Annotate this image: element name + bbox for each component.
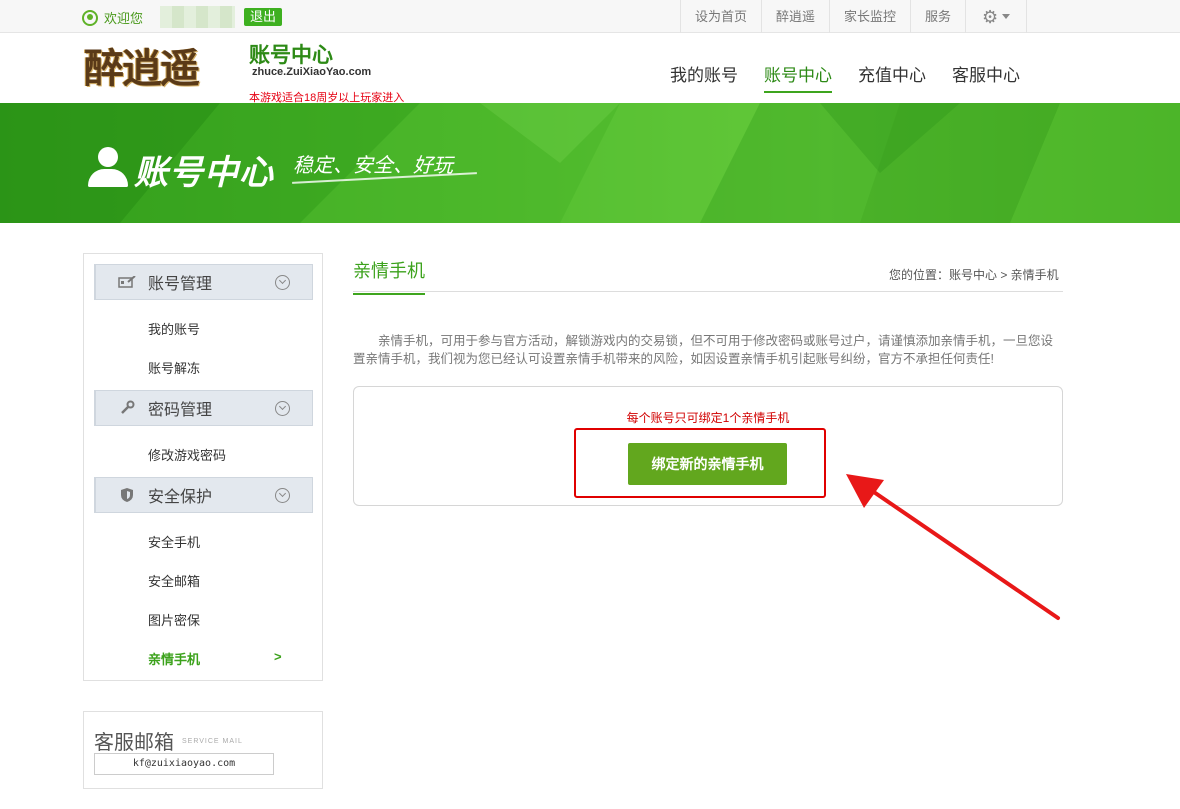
service-email[interactable]: kf@zuixiaoyao.com <box>94 753 274 775</box>
nav-my-account[interactable]: 我的账号 <box>670 61 738 93</box>
site-domain: zhuce.ZuiXiaoYao.com <box>252 66 372 78</box>
page-banner: 账号中心 稳定、安全、好玩 <box>0 103 1180 223</box>
welcome-area: 欢迎您 <box>82 8 143 27</box>
welcome-text: 欢迎您 <box>104 11 144 26</box>
wrench-icon <box>118 400 136 415</box>
section-account-management[interactable]: 账号管理 <box>94 264 313 300</box>
caret-down-icon <box>1002 14 1011 19</box>
sidebar-item-security-email[interactable]: 安全邮箱 <box>148 571 200 590</box>
sidebar-item-family-phone[interactable]: 亲情手机 <box>148 649 200 668</box>
section-security-protection[interactable]: 安全保护 <box>94 477 313 513</box>
active-marker: > <box>274 649 282 664</box>
nav-account-center[interactable]: 账号中心 <box>764 61 832 93</box>
site-title: 账号中心 <box>249 44 333 67</box>
nav-recharge-center[interactable]: 充值中心 <box>858 61 926 93</box>
bind-limit-hint: 每个账号只可绑定1个亲情手机 <box>626 411 790 425</box>
section-label: 密码管理 <box>148 402 213 419</box>
service-mail-title: 客服邮箱 <box>94 732 174 754</box>
banner-title: 账号中心 <box>134 154 274 192</box>
service-mail-box: 客服邮箱 SERVICE MAIL kf@zuixiaoyao.com <box>83 711 323 789</box>
section-label: 账号管理 <box>148 276 213 293</box>
sidebar-item-account-unfreeze[interactable]: 账号解冻 <box>148 358 200 377</box>
user-silhouette-icon <box>88 147 128 189</box>
family-phone-notice: 亲情手机，可用于参与官方活动，解锁游戏内的交易锁，但不可用于修改密码或账号过户，… <box>353 334 1054 366</box>
section-label: 安全保护 <box>148 489 213 506</box>
title-divider <box>353 291 1063 292</box>
annotation-arrow-icon <box>846 474 1060 620</box>
section-password-management[interactable]: 密码管理 <box>94 390 313 426</box>
shield-icon <box>118 488 136 502</box>
service-link[interactable]: 服务 <box>910 0 965 33</box>
annotation-highlight-box <box>574 428 826 498</box>
gear-icon: ⚙ <box>981 6 999 27</box>
parental-control-link[interactable]: 家长监控 <box>829 0 910 33</box>
chevron-down-icon[interactable] <box>275 401 290 416</box>
site-header: 醉逍遥 账号中心 zhuce.ZuiXiaoYao.com 本游戏适合18周岁以… <box>0 33 1180 104</box>
chevron-down-icon[interactable] <box>275 488 290 503</box>
zuixiaoyao-link[interactable]: 醉逍遥 <box>761 0 829 33</box>
service-mail-subtitle: SERVICE MAIL <box>182 738 243 745</box>
username-redacted <box>160 6 235 28</box>
page-title: 亲情手机 <box>353 257 425 295</box>
sidebar-item-change-game-password[interactable]: 修改游戏密码 <box>148 445 226 464</box>
id-card-icon <box>118 275 136 289</box>
sidebar-item-security-phone[interactable]: 安全手机 <box>148 532 200 551</box>
top-links: 设为首页 醉逍遥 家长监控 服务 ⚙ <box>680 0 1028 33</box>
sidebar: 账号管理 我的账号 账号解冻 密码管理 修改游戏密码 安全保护 安全手机 安全邮… <box>83 253 323 681</box>
logout-button[interactable]: 退出 <box>244 8 283 26</box>
nav-customer-service[interactable]: 客服中心 <box>952 61 1020 93</box>
user-icon <box>82 9 98 26</box>
breadcrumb: 您的位置：账号中心 > 亲情手机 <box>889 268 1059 282</box>
main-nav: 我的账号 账号中心 充值中心 客服中心 <box>670 61 1020 93</box>
sidebar-item-picture-security[interactable]: 图片密保 <box>148 610 200 629</box>
set-homepage-link[interactable]: 设为首页 <box>680 0 761 33</box>
chevron-down-icon[interactable] <box>275 275 290 290</box>
settings-menu[interactable]: ⚙ <box>965 0 1028 33</box>
sidebar-item-my-account[interactable]: 我的账号 <box>148 319 200 338</box>
top-bar: 欢迎您 退出 设为首页 醉逍遥 家长监控 服务 ⚙ <box>0 0 1180 33</box>
game-logo[interactable]: 醉逍遥 <box>84 39 244 99</box>
